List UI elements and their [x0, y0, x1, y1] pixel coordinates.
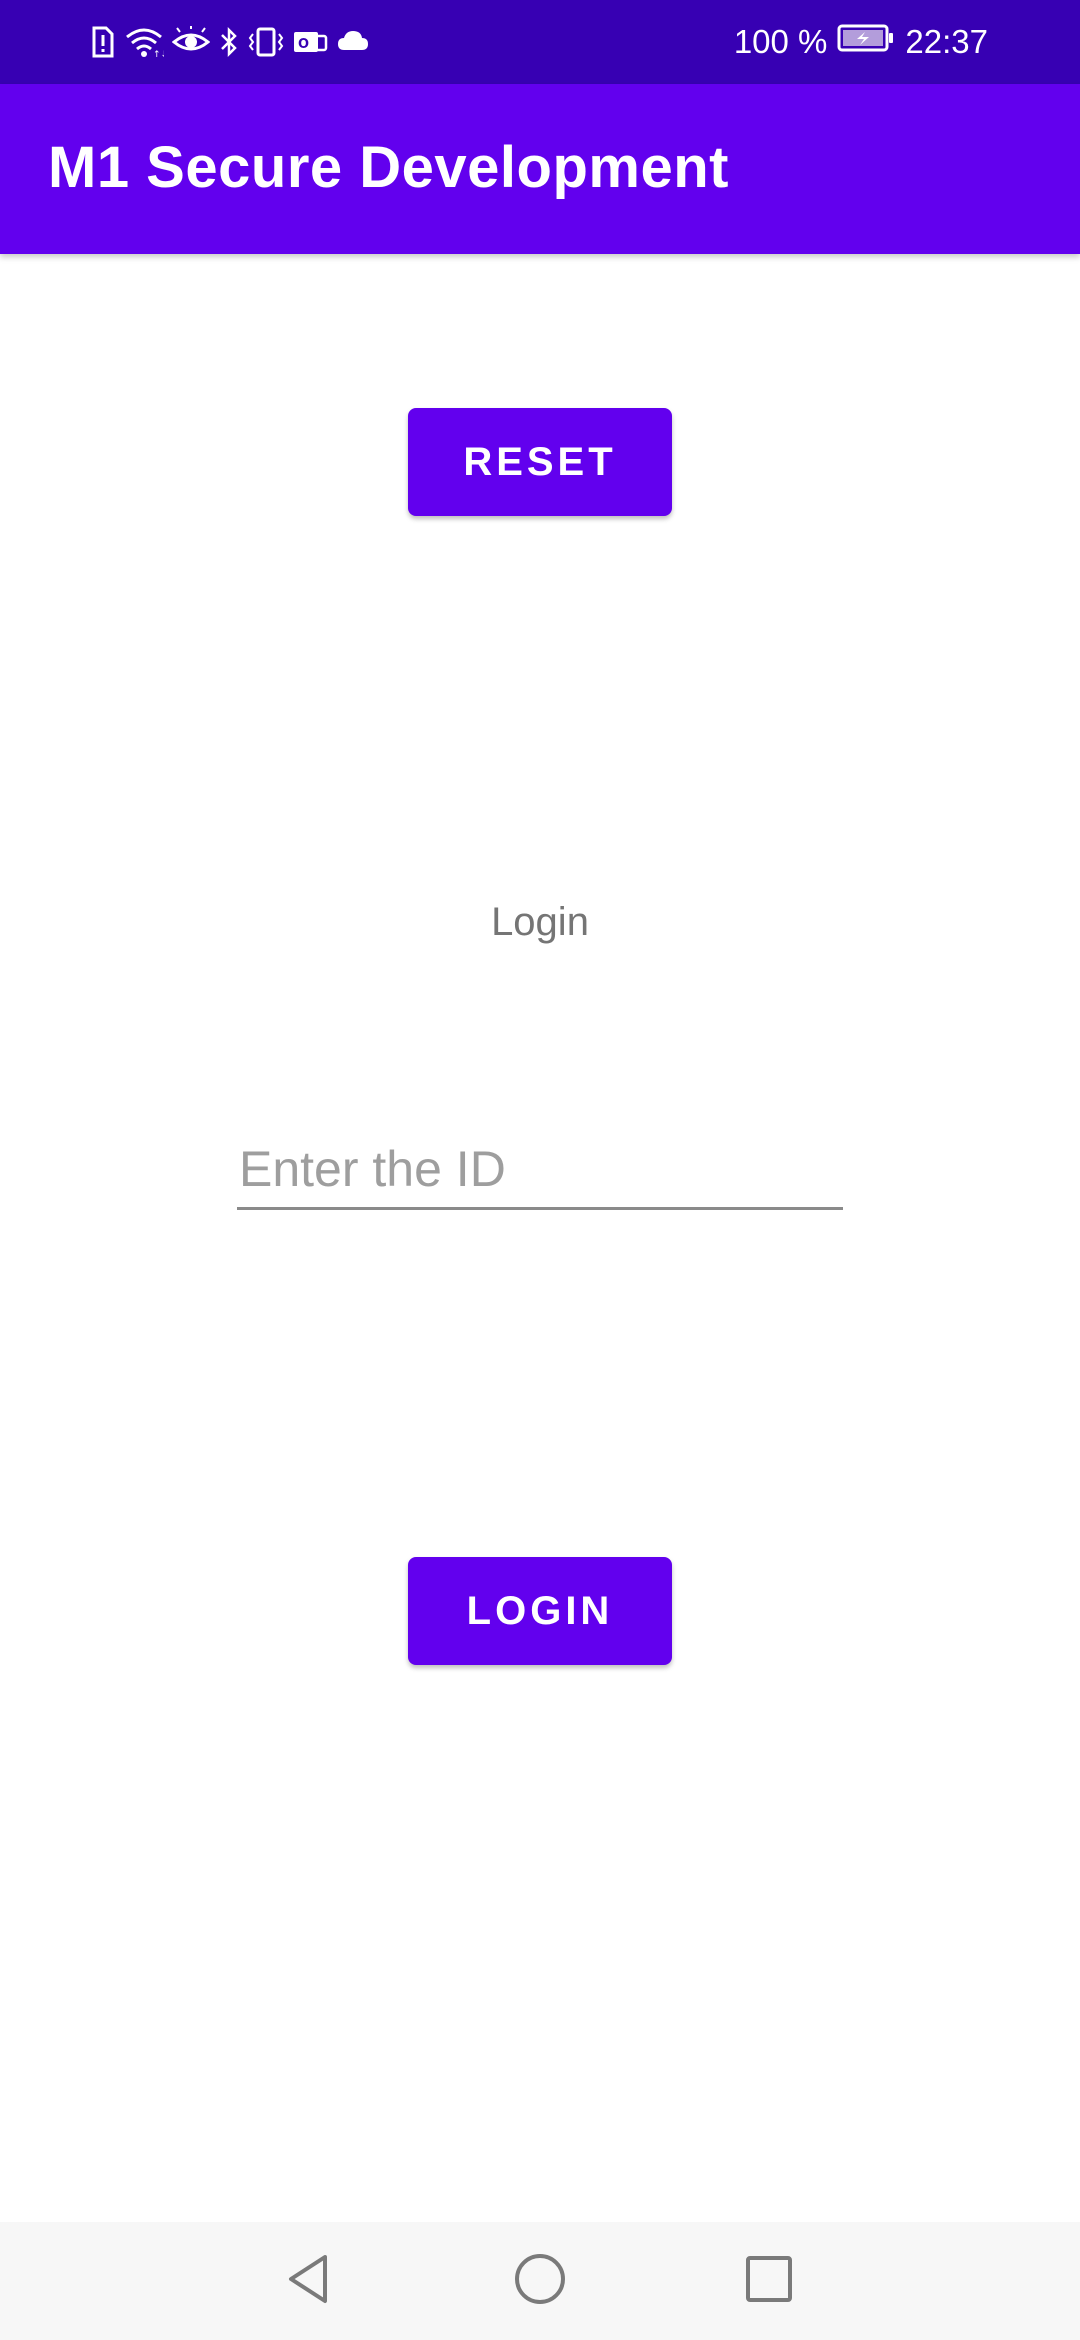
login-button[interactable]: LOGIN — [408, 1557, 672, 1665]
app-bar: M1 Secure Development — [0, 84, 1080, 254]
id-field-container — [237, 1130, 843, 1210]
clock: 22:37 — [905, 23, 988, 60]
bluetooth-icon — [218, 26, 240, 58]
navigation-bar — [0, 2222, 1080, 2340]
vibrate-icon — [248, 26, 284, 58]
screen: ↑↓ — [0, 0, 1080, 2340]
svg-text:↑↓: ↑↓ — [153, 50, 164, 58]
status-right: 100 % 22:37 — [734, 20, 988, 64]
sim-alert-icon — [88, 26, 116, 58]
status-bar: ↑↓ — [0, 0, 1080, 84]
battery-percent: 100 % — [733, 23, 828, 60]
app-title: M1 Secure Development — [48, 135, 729, 200]
login-label: Login — [491, 900, 589, 944]
id-input[interactable] — [237, 1130, 843, 1207]
reset-button[interactable]: RESET — [408, 408, 672, 516]
recent-apps-button[interactable] — [734, 2246, 804, 2316]
home-button[interactable] — [505, 2246, 575, 2316]
status-icons: ↑↓ — [88, 22, 370, 62]
wifi-icon: ↑↓ — [124, 26, 164, 58]
svg-text:O: O — [298, 37, 309, 52]
home-icon — [512, 2251, 568, 2312]
cloud-icon — [336, 26, 370, 58]
messenger-icon: O — [292, 26, 328, 58]
battery-charging-icon — [837, 23, 895, 61]
recent-apps-icon — [741, 2251, 797, 2312]
back-icon — [281, 2251, 337, 2312]
back-button[interactable] — [274, 2246, 344, 2316]
eye-icon — [172, 26, 210, 58]
